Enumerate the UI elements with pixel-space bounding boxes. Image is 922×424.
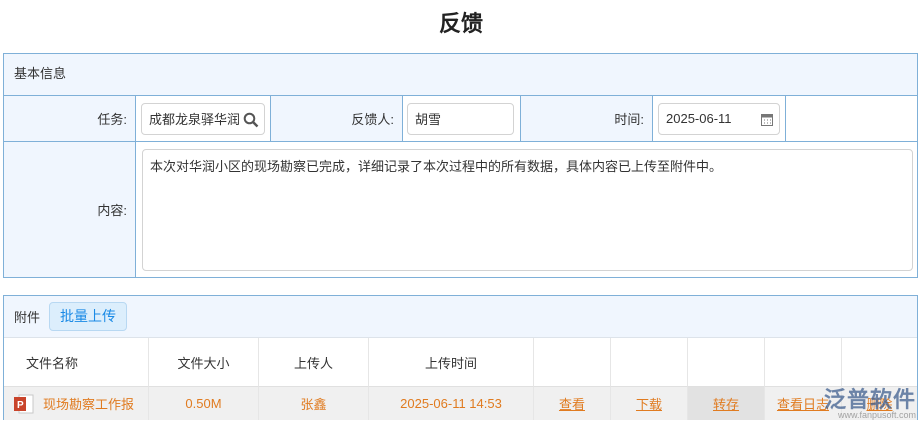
time-value: 2025-06-11 (666, 111, 732, 126)
powerpoint-file-icon: P (14, 394, 34, 413)
watermark-url: www.fanpusoft.com (837, 410, 916, 420)
feedback-person-input[interactable]: 胡雪 (407, 102, 514, 135)
save-to-link[interactable]: 转存 (713, 394, 739, 413)
upload-time: 2025-06-11 14:53 (369, 386, 534, 420)
task-label: 任务: (4, 96, 136, 141)
search-icon[interactable] (243, 112, 259, 128)
basic-info-panel: 基本信息 任务: 成都龙泉驿华润 反馈人: 胡雪 时间: 2025-06-11 … (3, 53, 918, 278)
col-action (534, 338, 611, 386)
task-value: 成都龙泉驿华润 (149, 112, 241, 127)
download-link[interactable]: 下载 (636, 394, 662, 413)
table-header: 文件名称 文件大小 上传人 上传时间 (4, 338, 917, 386)
col-action (765, 338, 842, 386)
svg-text:P: P (17, 400, 24, 411)
time-label: 时间: (521, 96, 653, 141)
section-header: 基本信息 (4, 54, 917, 96)
calendar-icon[interactable] (761, 113, 773, 126)
attachments-panel: 附件 批量上传 文件名称 文件大小 上传人 上传时间 P 现场勘察工作报 0.5… (3, 295, 918, 420)
page-title: 反馈 (438, 11, 483, 36)
empty-cell (786, 96, 917, 141)
col-action (842, 338, 917, 386)
content-label: 内容: (4, 142, 136, 277)
col-uploader: 上传人 (259, 338, 369, 386)
time-input[interactable]: 2025-06-11 (658, 102, 780, 135)
col-action (688, 338, 765, 386)
col-file-name: 文件名称 (4, 338, 149, 386)
task-input[interactable]: 成都龙泉驿华润 (141, 102, 265, 135)
batch-upload-button[interactable]: 批量上传 (49, 302, 128, 331)
col-upload-time: 上传时间 (369, 338, 534, 386)
table-row: P 现场勘察工作报 0.50M 张鑫 2025-06-11 14:53 查看 下… (4, 386, 917, 420)
attachments-header: 附件 (14, 310, 41, 325)
watermark-logo: 泛普软件 www.fanpusoft.com (824, 382, 916, 420)
col-action (611, 338, 688, 386)
view-link[interactable]: 查看 (559, 394, 585, 413)
col-file-size: 文件大小 (149, 338, 259, 386)
file-size: 0.50M (149, 386, 259, 420)
feedback-person-label: 反馈人: (271, 96, 403, 141)
view-log-link[interactable]: 查看日志 (777, 394, 829, 413)
content-textarea[interactable]: 本次对华润小区的现场勘察已完成，详细记录了本次过程中的所有数据，具体内容已上传至… (142, 149, 913, 271)
uploader: 张鑫 (259, 386, 369, 420)
file-name[interactable]: 现场勘察工作报 (43, 394, 134, 413)
